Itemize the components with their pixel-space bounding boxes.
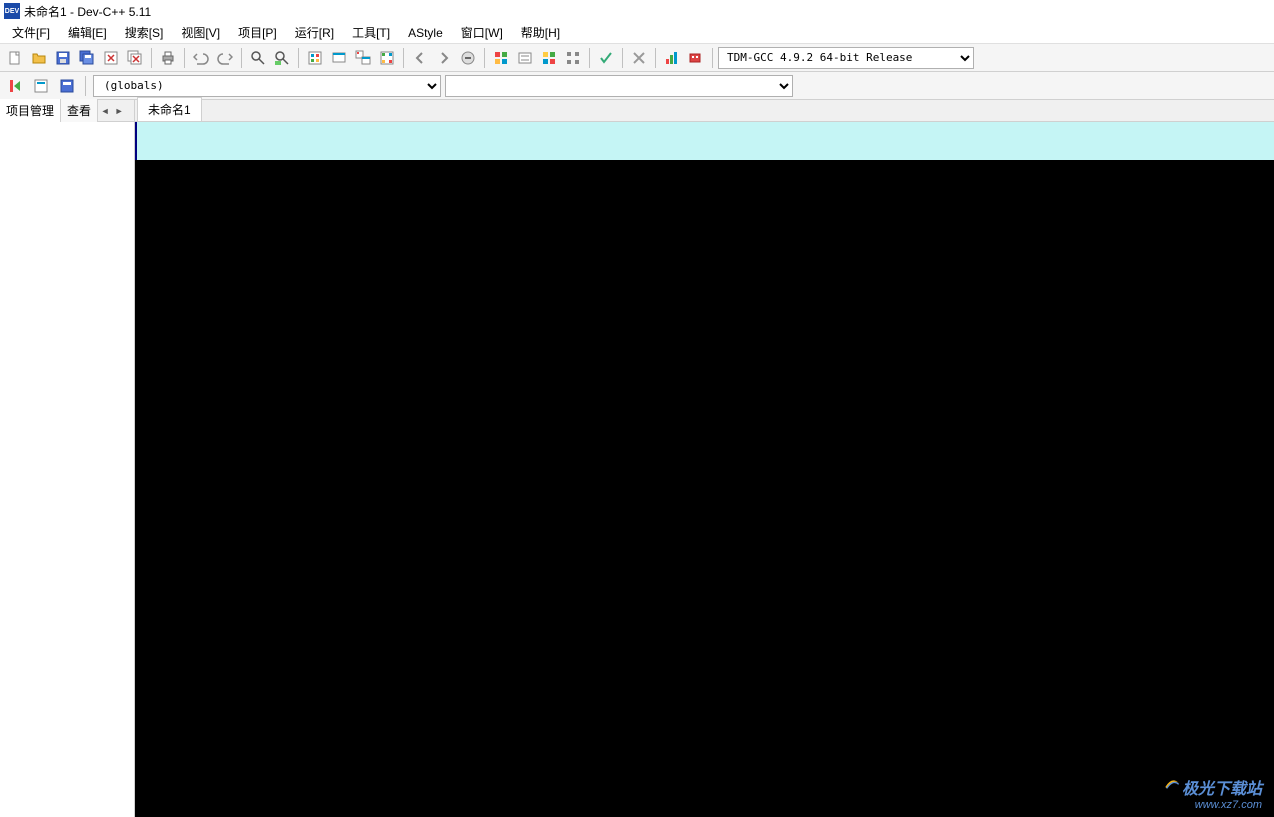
print-button[interactable] (157, 47, 179, 69)
menu-project[interactable]: 项目[P] (230, 22, 285, 43)
sidebar-tab-view[interactable]: 查看 (61, 99, 98, 122)
toolbar-separator (298, 48, 299, 68)
members-select[interactable] (445, 75, 793, 97)
goto-def-button[interactable] (4, 75, 26, 97)
window-title: 未命名1 - Dev-C++ 5.11 (24, 3, 151, 20)
run-button[interactable] (328, 47, 350, 69)
menu-tools[interactable]: 工具[T] (344, 22, 398, 43)
tab-nav-left[interactable]: ◄ (98, 102, 112, 120)
debug-button[interactable] (490, 47, 512, 69)
menubar: 文件[F] 编辑[E] 搜索[S] 视图[V] 项目[P] 运行[R] 工具[T… (0, 22, 1274, 44)
secondary-toolbar: (globals) (0, 72, 1274, 100)
sidebar-content (0, 122, 134, 817)
menu-file[interactable]: 文件[F] (4, 22, 58, 43)
step-over-button[interactable] (514, 47, 536, 69)
menu-astyle[interactable]: AStyle (400, 24, 451, 42)
save-all-button[interactable] (76, 47, 98, 69)
sidebar-tab-project[interactable]: 项目管理 (0, 99, 61, 122)
toolbar-separator (484, 48, 485, 68)
main-area: 项目管理 查看 ◄ ► 未命名1 (0, 100, 1274, 817)
toolbar-separator (589, 48, 590, 68)
menu-run[interactable]: 运行[R] (287, 22, 342, 43)
open-button[interactable] (28, 47, 50, 69)
menu-help[interactable]: 帮助[H] (513, 22, 568, 43)
compiler-select[interactable]: TDM-GCC 4.9.2 64-bit Release (718, 47, 974, 69)
editor-content[interactable] (135, 122, 1274, 817)
toolbar-separator (151, 48, 152, 68)
toolbar-separator (241, 48, 242, 68)
forward-button[interactable] (433, 47, 455, 69)
menu-search[interactable]: 搜索[S] (117, 22, 172, 43)
globals-select[interactable]: (globals) (93, 75, 441, 97)
app-icon: DEV (4, 3, 20, 19)
undo-button[interactable] (190, 47, 212, 69)
find-button[interactable] (247, 47, 269, 69)
step-into-button[interactable] (538, 47, 560, 69)
editor-tabs: 未命名1 (135, 100, 1274, 122)
sidebar: 项目管理 查看 ◄ ► (0, 100, 135, 817)
tab-nav-right[interactable]: ► (112, 102, 126, 120)
toolbar-separator (403, 48, 404, 68)
new-file-button[interactable] (4, 47, 26, 69)
editor-area: 未命名1 (135, 100, 1274, 817)
profile-button[interactable] (661, 47, 683, 69)
compile-button[interactable] (304, 47, 326, 69)
menu-window[interactable]: 窗口[W] (453, 22, 511, 43)
menu-edit[interactable]: 编辑[E] (60, 22, 115, 43)
redo-button[interactable] (214, 47, 236, 69)
toolbar-separator (622, 48, 623, 68)
save-button[interactable] (52, 47, 74, 69)
bookmark2-button[interactable] (56, 75, 78, 97)
editor-current-line[interactable] (135, 122, 1274, 160)
check-button[interactable] (595, 47, 617, 69)
replace-button[interactable] (271, 47, 293, 69)
toolbar-separator (655, 48, 656, 68)
cancel-button[interactable] (628, 47, 650, 69)
menu-view[interactable]: 视图[V] (173, 22, 228, 43)
toolbar-separator (184, 48, 185, 68)
bookmark-button[interactable] (30, 75, 52, 97)
rebuild-all-button[interactable] (376, 47, 398, 69)
close-button[interactable] (100, 47, 122, 69)
tools-button[interactable] (685, 47, 707, 69)
step-out-button[interactable] (562, 47, 584, 69)
editor-tab-untitled1[interactable]: 未命名1 (137, 97, 202, 121)
main-toolbar: TDM-GCC 4.9.2 64-bit Release (0, 44, 1274, 72)
toolbar-separator (85, 76, 86, 96)
close-all-button[interactable] (124, 47, 146, 69)
stop-button[interactable] (457, 47, 479, 69)
editor-background[interactable] (135, 160, 1274, 817)
back-button[interactable] (409, 47, 431, 69)
compile-run-button[interactable] (352, 47, 374, 69)
titlebar: DEV 未命名1 - Dev-C++ 5.11 (0, 0, 1274, 22)
toolbar-separator (712, 48, 713, 68)
sidebar-tabs: 项目管理 查看 ◄ ► (0, 100, 134, 122)
